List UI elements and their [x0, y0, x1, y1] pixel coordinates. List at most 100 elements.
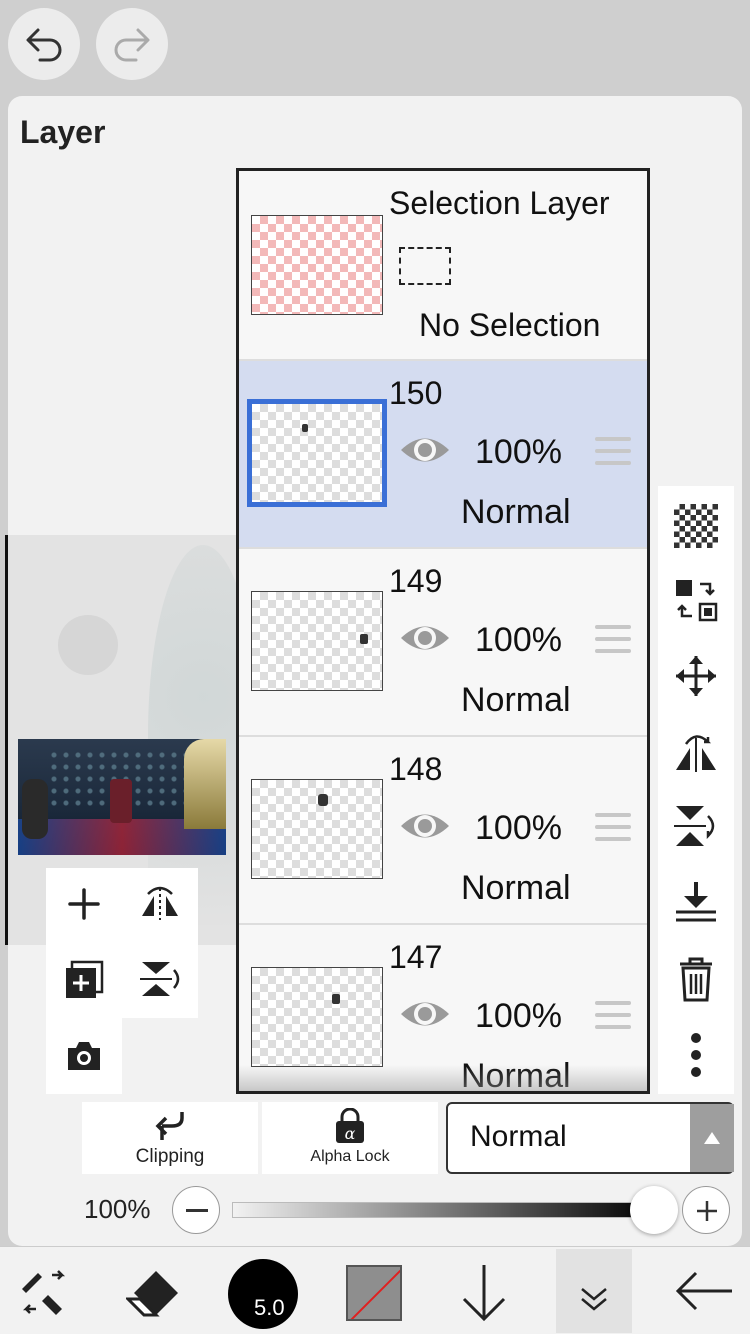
camera-button[interactable] — [64, 1038, 104, 1074]
collapse-panel-button[interactable] — [556, 1249, 632, 1333]
redo-icon — [114, 28, 150, 62]
layer-blend-mode: Normal — [461, 493, 571, 531]
clipping-icon — [155, 1112, 184, 1140]
layer-blend-mode: Normal — [461, 869, 571, 907]
flip-vertical-button[interactable] — [138, 958, 182, 1000]
layer-actions-bar — [658, 486, 734, 1094]
visibility-toggle[interactable] — [399, 621, 451, 660]
opacity-slider-knob[interactable] — [630, 1186, 678, 1234]
plus-icon — [68, 888, 100, 920]
blend-mode-select[interactable]: Normal — [446, 1102, 734, 1174]
more-options-button[interactable] — [686, 1032, 706, 1083]
add-duplicate-icon — [66, 960, 104, 998]
alpha-lock-button[interactable]: α Alpha Lock — [262, 1102, 438, 1174]
trash-icon — [680, 957, 712, 1002]
duplicate-layer-button[interactable] — [64, 958, 106, 1000]
layer-number: 149 — [389, 563, 443, 599]
selection-layer-title: Selection Layer — [389, 185, 610, 221]
undo-icon — [26, 28, 62, 62]
flip-horizontal-button[interactable] — [138, 884, 182, 924]
brush-eraser-switch-icon — [22, 1270, 66, 1315]
brush-size-button[interactable]: 5.0 — [228, 1259, 298, 1329]
transform-reference-button[interactable] — [674, 578, 718, 627]
plus-icon — [697, 1201, 717, 1221]
color-swatch-button[interactable] — [346, 1265, 402, 1321]
eraser-icon — [124, 1271, 178, 1317]
merge-down-button[interactable] — [674, 880, 718, 929]
flip-vertical-icon — [140, 962, 180, 996]
drag-handle-icon[interactable] — [595, 813, 631, 843]
no-color-slash-icon — [350, 1269, 400, 1319]
double-chevron-down-icon — [581, 1288, 607, 1311]
delete-layer-button[interactable] — [676, 956, 716, 1007]
minus-icon — [186, 1209, 208, 1212]
layer-row-150[interactable]: 150 100% Normal — [239, 361, 647, 549]
opacity-slider-track[interactable] — [232, 1202, 658, 1218]
caret-up-icon — [704, 1132, 720, 1144]
add-layer-button[interactable] — [64, 884, 104, 924]
selection-status: No Selection — [419, 307, 601, 343]
flip-horizontal-side-button[interactable] — [674, 730, 718, 779]
brush-size-value: 5.0 — [254, 1295, 285, 1320]
undo-button[interactable] — [8, 8, 80, 80]
lock-icon: α — [336, 1108, 364, 1143]
eraser-tool-button[interactable] — [124, 1267, 182, 1324]
blend-mode-value: Normal — [470, 1120, 567, 1153]
move-button[interactable] — [674, 654, 718, 703]
eye-icon — [401, 1002, 449, 1026]
visibility-toggle[interactable] — [399, 809, 451, 848]
blend-mode-toggle[interactable] — [690, 1104, 734, 1172]
tool-switch-button[interactable] — [18, 1267, 72, 1322]
layer-blend-mode: Normal — [461, 681, 571, 719]
layer-move-down-button[interactable] — [458, 1263, 510, 1328]
swap-layer-icon — [676, 580, 718, 622]
eye-icon — [401, 438, 449, 462]
layer-number: 147 — [389, 939, 443, 975]
checker-transparency-icon[interactable] — [674, 504, 718, 548]
svg-text:α: α — [345, 1124, 356, 1143]
redo-button[interactable] — [96, 8, 168, 80]
drag-handle-icon[interactable] — [595, 437, 631, 467]
layer-number: 150 — [389, 375, 443, 411]
layer-row-149[interactable]: 149 100% Normal — [239, 549, 647, 737]
clipping-button[interactable]: Clipping — [82, 1102, 258, 1174]
selection-layer-row[interactable]: Selection Layer No Selection — [239, 171, 647, 361]
layer-thumbnail — [247, 399, 387, 507]
selection-layer-thumbnail — [251, 215, 383, 315]
back-button[interactable] — [674, 1269, 734, 1318]
drag-handle-icon[interactable] — [595, 1001, 631, 1031]
visibility-toggle[interactable] — [399, 433, 451, 472]
flip-horizontal-icon — [676, 735, 716, 772]
eye-icon — [401, 626, 449, 650]
flip-vertical-side-button[interactable] — [674, 804, 718, 853]
alpha-lock-label: Alpha Lock — [310, 1148, 390, 1165]
arrow-down-icon — [462, 1265, 506, 1322]
eye-icon — [401, 814, 449, 838]
visibility-toggle[interactable] — [399, 997, 451, 1036]
layer-thumbnail — [251, 779, 383, 879]
layer-thumbnail — [251, 591, 383, 691]
drag-handle-icon[interactable] — [595, 625, 631, 655]
opacity-increase-button[interactable] — [682, 1186, 730, 1234]
layers-list[interactable]: Selection Layer No Selection 150 100% No… — [236, 168, 650, 1094]
opacity-decrease-button[interactable] — [172, 1186, 220, 1234]
layer-number: 148 — [389, 751, 443, 787]
reference-image[interactable] — [18, 739, 226, 855]
selection-marquee-icon — [399, 247, 451, 285]
camera-icon — [68, 1042, 100, 1070]
layer-opacity: 100% — [475, 621, 562, 659]
opacity-value: 100% — [84, 1194, 151, 1224]
panel-title: Layer — [20, 114, 106, 150]
clipping-label: Clipping — [135, 1146, 205, 1167]
layer-opacity: 100% — [475, 997, 562, 1035]
move-icon — [676, 656, 716, 696]
flip-horizontal-icon — [142, 886, 178, 920]
more-vertical-icon — [691, 1033, 701, 1077]
layer-row-148[interactable]: 148 100% Normal — [239, 737, 647, 925]
arrow-left-icon — [675, 1271, 732, 1311]
layer-thumbnail — [251, 967, 383, 1067]
merge-down-icon — [676, 882, 716, 922]
layer-opacity: 100% — [475, 809, 562, 847]
flip-vertical-icon — [674, 806, 715, 846]
bottom-toolbar: 5.0 — [0, 1246, 750, 1334]
